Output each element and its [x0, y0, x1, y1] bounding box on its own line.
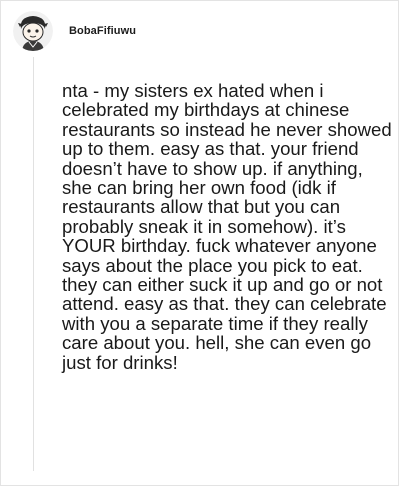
comment-body: nta - my sisters ex hated when i celebra…: [62, 80, 392, 373]
username[interactable]: BobaFifiuwu: [69, 25, 136, 37]
user-avatar-icon[interactable]: [13, 11, 53, 51]
thread-line[interactable]: [33, 57, 34, 471]
comment-card: BobaFifiuwu nta - my sisters ex hated wh…: [0, 0, 399, 486]
comment-header: BobaFifiuwu: [13, 11, 136, 51]
